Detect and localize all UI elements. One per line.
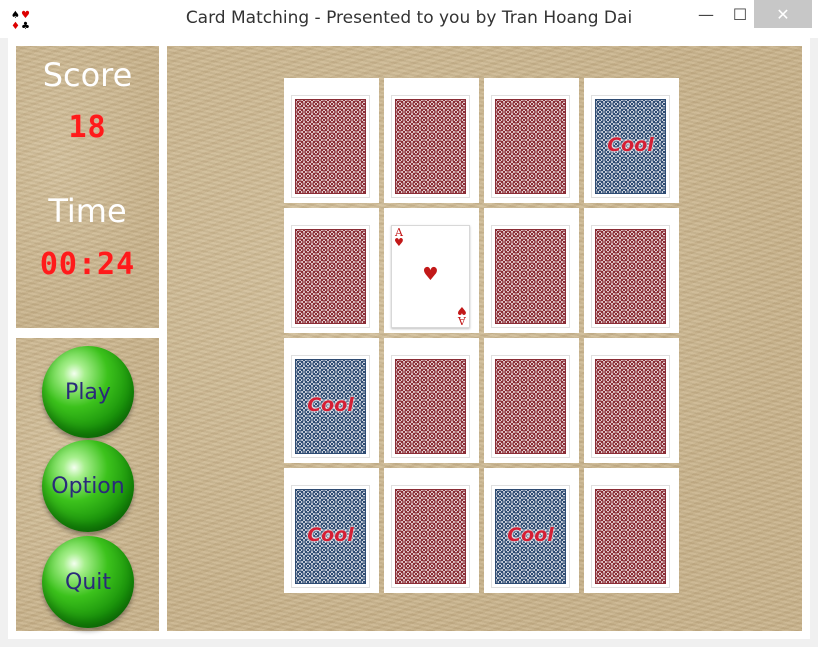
heart-icon: ♥: [422, 264, 439, 285]
play-button-label: Play: [65, 379, 111, 405]
card-back-pattern: [395, 359, 466, 454]
card-corner-index: A ♥: [457, 304, 467, 327]
card-matched[interactable]: Cool: [291, 355, 370, 458]
option-button-label: Option: [51, 473, 125, 499]
card-corner-index: A ♥: [394, 226, 404, 249]
cool-label: Cool: [607, 134, 654, 156]
quit-button-label: Quit: [65, 569, 111, 595]
card-back-pattern: [595, 359, 666, 454]
time-label: Time: [48, 192, 127, 230]
card-back[interactable]: [591, 485, 670, 588]
card-back[interactable]: [491, 355, 570, 458]
card-back[interactable]: [491, 225, 570, 328]
card-slot[interactable]: [384, 78, 479, 203]
card-slot[interactable]: [384, 338, 479, 463]
card-back-pattern: [595, 489, 666, 584]
card-slot[interactable]: Cool: [284, 468, 379, 593]
cool-label: Cool: [307, 524, 354, 546]
card-back-pattern: [395, 489, 466, 584]
card-back-pattern: [495, 229, 566, 324]
card-matched[interactable]: Cool: [491, 485, 570, 588]
cool-label: Cool: [307, 394, 354, 416]
card-slot[interactable]: [584, 468, 679, 593]
card-slot[interactable]: A ♥ ♥ A ♥: [384, 208, 479, 333]
card-slot[interactable]: [284, 78, 379, 203]
close-icon: ✕: [776, 4, 790, 24]
card-back[interactable]: [291, 95, 370, 198]
card-slot[interactable]: [384, 468, 479, 593]
close-button[interactable]: ✕: [754, 0, 812, 28]
card-back[interactable]: [391, 95, 470, 198]
maximize-icon: ☐: [732, 4, 748, 24]
card-matched[interactable]: Cool: [591, 95, 670, 198]
minimize-icon: —: [698, 4, 714, 24]
card-matched[interactable]: Cool: [291, 485, 370, 588]
card-face-up[interactable]: A ♥ ♥ A ♥: [391, 225, 470, 328]
cool-label: Cool: [507, 524, 554, 546]
card-back-pattern: [295, 229, 366, 324]
card-slot[interactable]: Cool: [584, 78, 679, 203]
card-back-pattern: [395, 99, 466, 194]
card-slot[interactable]: Cool: [284, 338, 379, 463]
time-value: 00:24: [39, 247, 136, 282]
card-back-pattern: [495, 359, 566, 454]
option-button[interactable]: Option: [42, 440, 134, 532]
card-slot[interactable]: [584, 338, 679, 463]
card-back-pattern: [595, 229, 666, 324]
card-back[interactable]: [491, 95, 570, 198]
card-slot[interactable]: [484, 208, 579, 333]
score-label: Score: [42, 56, 133, 94]
card-slot[interactable]: Cool: [484, 468, 579, 593]
title-bar: ♠ ♥ ♦ ♣ Card Matching - Presented to you…: [0, 0, 818, 38]
window-body: Score 18 Time 00:24 Play Option Quit Coo…: [8, 38, 810, 639]
game-board: Cool A ♥ ♥ A ♥ Cool Cool Cool: [167, 46, 802, 631]
card-slot[interactable]: [484, 78, 579, 203]
score-panel: Score 18 Time 00:24: [16, 46, 159, 328]
play-button[interactable]: Play: [42, 346, 134, 438]
card-back[interactable]: [391, 355, 470, 458]
card-back[interactable]: [591, 355, 670, 458]
card-slot[interactable]: [584, 208, 679, 333]
control-panel: Play Option Quit: [16, 338, 159, 631]
score-value: 18: [68, 110, 107, 145]
card-back[interactable]: [291, 225, 370, 328]
card-grid: Cool A ♥ ♥ A ♥ Cool Cool Cool: [284, 78, 679, 593]
card-slot[interactable]: [284, 208, 379, 333]
card-slot[interactable]: [484, 338, 579, 463]
card-back[interactable]: [391, 485, 470, 588]
card-back-pattern: [295, 99, 366, 194]
card-back[interactable]: [591, 225, 670, 328]
quit-button[interactable]: Quit: [42, 536, 134, 628]
card-back-pattern: [495, 99, 566, 194]
